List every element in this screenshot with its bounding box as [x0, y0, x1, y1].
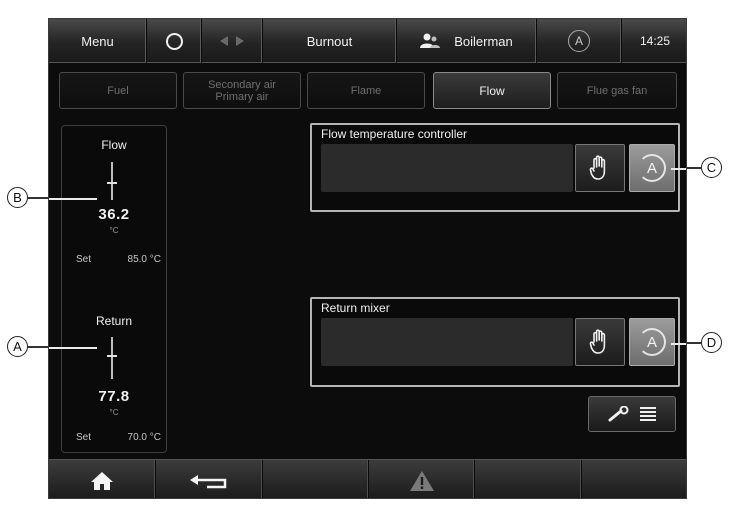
wrench-icon — [608, 406, 629, 422]
settings-tools-button[interactable] — [588, 396, 676, 432]
flow-set-label: Set — [76, 254, 92, 265]
top-bar: Menu Burnout Boilerman A 14:25 — [49, 19, 686, 63]
menu-button[interactable]: Menu — [49, 19, 147, 63]
return-thermometer-icon — [111, 337, 113, 379]
bottom-bar — [49, 459, 686, 498]
flow-manual-button[interactable] — [575, 144, 625, 192]
return-mixer-title: Return mixer — [321, 301, 390, 315]
tab-secondary-primary-air[interactable]: Secondary air Primary air — [183, 72, 301, 109]
flow-temperature-unit: °C — [109, 226, 119, 235]
warning-icon — [409, 470, 434, 491]
back-button[interactable] — [156, 460, 263, 498]
flow-thermometer-icon — [111, 162, 113, 200]
list-icon — [640, 407, 656, 421]
auto-mode-icon: A — [568, 30, 590, 52]
tab-flow[interactable]: Flow — [433, 72, 551, 109]
callout-a: A — [7, 336, 28, 357]
flow-auto-button[interactable]: A — [629, 144, 675, 192]
callout-b-line — [49, 198, 97, 200]
bottom-slot-5 — [475, 460, 582, 498]
home-button[interactable] — [49, 460, 156, 498]
callout-c: C — [701, 157, 722, 178]
return-mixer-display — [321, 318, 573, 366]
return-set-label: Set — [76, 432, 92, 443]
auto-cycle-icon: A — [638, 154, 666, 182]
bottom-slot-6 — [582, 460, 686, 498]
callout-d: D — [701, 332, 722, 353]
auto-mode-button[interactable]: A — [537, 19, 622, 63]
flow-gauge-title: Flow — [101, 138, 127, 152]
menu-label: Menu — [81, 33, 114, 49]
arrow-left-icon[interactable] — [220, 36, 228, 46]
callout-b-line-outer — [28, 197, 48, 199]
page-title: Burnout — [263, 19, 397, 63]
arrow-right-icon[interactable] — [236, 36, 244, 46]
circle-icon — [165, 32, 183, 50]
navigation-arrows — [202, 19, 263, 63]
return-temperature-unit: °C — [109, 408, 119, 417]
user-button[interactable]: Boilerman — [397, 19, 537, 63]
flow-controller-title: Flow temperature controller — [321, 127, 468, 141]
callout-d-line-outer — [687, 342, 701, 344]
return-mixer-controller: Return mixer A — [310, 297, 680, 387]
callout-d-line — [671, 343, 686, 345]
temperature-gauge-panel: Flow 36.2 °C Set 85.0 °C Return 77.8 °C … — [61, 125, 167, 453]
bottom-slot-3 — [263, 460, 369, 498]
alarm-button[interactable] — [369, 460, 475, 498]
callout-c-line — [671, 168, 686, 170]
return-level-tick — [107, 355, 117, 357]
callout-a-line — [49, 347, 97, 349]
callout-c-line-outer — [687, 167, 701, 169]
flow-controller-display — [321, 144, 573, 192]
flow-temperature-controller: Flow temperature controller A — [310, 123, 680, 212]
flow-temperature-value: 36.2 — [98, 206, 130, 223]
clock: 14:25 — [639, 34, 671, 48]
hand-icon — [589, 155, 606, 180]
flow-level-tick — [107, 182, 117, 184]
tab-flue-gas-fan[interactable]: Flue gas fan — [557, 72, 677, 109]
hand-icon — [589, 329, 606, 354]
user-label: Boilerman — [454, 33, 513, 49]
callout-a-line-outer — [28, 346, 48, 348]
tab-fuel[interactable]: Fuel — [59, 72, 177, 109]
return-gauge-title: Return — [95, 314, 133, 328]
back-arrow-icon — [190, 474, 227, 488]
boiler-control-screen: Menu Burnout Boilerman A 14:25 Fuel Seco… — [48, 18, 687, 499]
return-temperature-value: 77.8 — [98, 388, 130, 405]
auto-cycle-icon: A — [638, 328, 666, 356]
return-auto-button[interactable]: A — [629, 318, 675, 366]
circle-button[interactable] — [147, 19, 202, 63]
callout-b: B — [7, 187, 28, 208]
return-set-value: 70.0 °C — [127, 432, 161, 443]
tab-flame[interactable]: Flame — [307, 72, 425, 109]
return-manual-button[interactable] — [575, 318, 625, 366]
user-group-icon — [420, 33, 441, 48]
flow-set-value: 85.0 °C — [127, 254, 161, 265]
home-icon — [91, 471, 113, 490]
